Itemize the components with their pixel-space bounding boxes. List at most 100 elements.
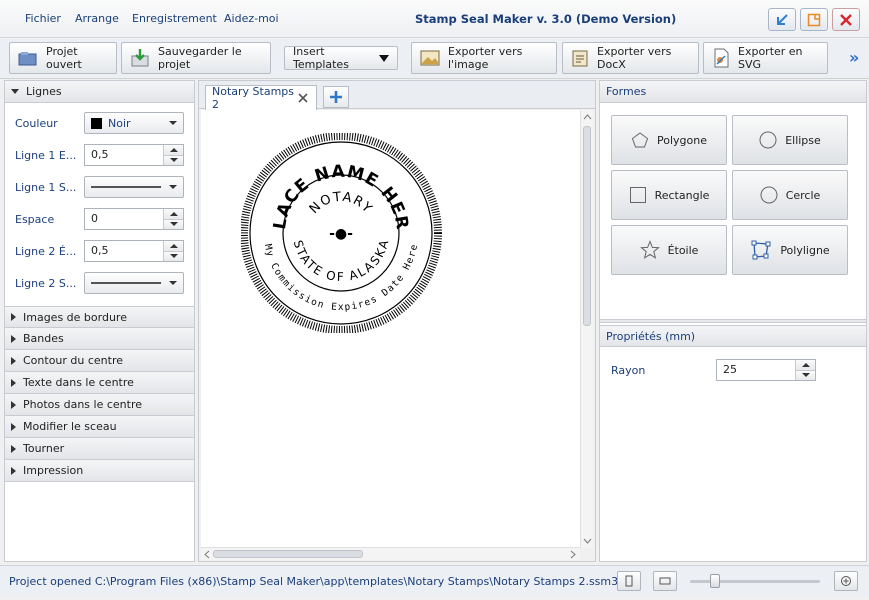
scroll-down-icon[interactable] bbox=[582, 536, 593, 546]
fit-page-icon bbox=[625, 575, 633, 587]
section-title: Contour du centre bbox=[23, 354, 124, 367]
seal-top-text: PLACE NAME HERE bbox=[241, 133, 412, 232]
polyline-icon bbox=[751, 240, 771, 260]
shape-label: Étoile bbox=[667, 243, 699, 257]
scroll-thumb[interactable] bbox=[213, 550, 363, 558]
section-bandes[interactable]: Bandes bbox=[5, 328, 194, 350]
line-style-preview bbox=[91, 282, 161, 284]
line2-width-stepper[interactable]: 0,5 bbox=[84, 240, 184, 262]
decrement-button[interactable] bbox=[164, 250, 183, 261]
section-photos-centre[interactable]: Photos dans le centre bbox=[5, 394, 194, 416]
decrement-button[interactable] bbox=[164, 154, 183, 165]
shapes-right-panel: Formes Polygone Ellipse Rectangle Cercle… bbox=[599, 80, 867, 562]
decrement-button[interactable] bbox=[164, 218, 183, 229]
chevron-down-icon bbox=[169, 185, 177, 189]
add-tab-button[interactable] bbox=[323, 86, 349, 108]
radius-value[interactable]: 25 bbox=[717, 360, 795, 380]
section-images-bordure[interactable]: Images de bordure bbox=[5, 306, 194, 328]
open-project-button[interactable]: Projet ouvert bbox=[9, 42, 117, 74]
collapsed-arrow-icon bbox=[11, 378, 16, 387]
collapsed-arrow-icon bbox=[11, 313, 16, 321]
increment-button[interactable] bbox=[796, 360, 815, 370]
shape-label: Rectangle bbox=[654, 188, 710, 202]
horizontal-scrollbar[interactable] bbox=[201, 547, 580, 560]
radius-label: Rayon bbox=[611, 364, 646, 377]
radius-stepper[interactable]: 25 bbox=[716, 359, 816, 381]
export-docx-button[interactable]: Exporter vers DocX bbox=[562, 42, 699, 74]
line1-width-value[interactable]: 0,5 bbox=[85, 145, 163, 165]
line1-style-dropdown[interactable] bbox=[84, 176, 184, 198]
increment-button[interactable] bbox=[164, 241, 183, 251]
seal-inner-bottom-text: STATE OF ALASKA bbox=[291, 238, 392, 284]
menu-aide[interactable]: Aidez-moi bbox=[224, 12, 279, 25]
zoom-fit-width-button[interactable] bbox=[653, 571, 677, 591]
tab-notary-stamps-2[interactable]: Notary Stamps 2 bbox=[205, 85, 317, 111]
star-shape-button[interactable]: Étoile bbox=[611, 225, 727, 275]
save-project-button[interactable]: Sauvegarder le projet bbox=[121, 42, 271, 74]
line2-style-dropdown[interactable] bbox=[84, 272, 184, 294]
document-tabs: Notary Stamps 2 bbox=[199, 81, 595, 111]
collapsed-arrow-icon bbox=[11, 356, 16, 365]
scroll-up-icon[interactable] bbox=[582, 112, 593, 122]
toolbar-overflow-icon[interactable]: » bbox=[849, 48, 859, 67]
section-impression[interactable]: Impression bbox=[5, 460, 194, 482]
color-dropdown[interactable]: Noir bbox=[84, 112, 184, 134]
circle-shape-button[interactable]: Cercle bbox=[732, 170, 848, 220]
design-canvas[interactable]: PLACE NAME HERE NOTARY STATE OF ALASKA M… bbox=[201, 110, 580, 548]
save-project-label: Sauvegarder le projet bbox=[158, 45, 242, 71]
export-svg-button[interactable]: Exporter en SVG bbox=[703, 42, 828, 74]
section-lignes[interactable]: Lignes bbox=[5, 81, 194, 103]
increment-button[interactable] bbox=[164, 209, 183, 219]
section-contour-centre[interactable]: Contour du centre bbox=[5, 350, 194, 372]
export-image-button[interactable]: Exporter vers l'image bbox=[411, 42, 557, 74]
maximize-icon bbox=[807, 13, 821, 26]
insert-templates-label: Insert Templates bbox=[293, 45, 349, 71]
document-icon bbox=[571, 48, 589, 68]
zoom-in-button[interactable] bbox=[834, 571, 858, 591]
space-stepper[interactable]: 0 bbox=[84, 208, 184, 230]
line1-width-stepper[interactable]: 0,5 bbox=[84, 144, 184, 166]
shapes-header: Formes bbox=[600, 81, 866, 103]
ellipse-shape-button[interactable]: Ellipse bbox=[732, 115, 848, 165]
zoom-fit-height-button[interactable] bbox=[617, 571, 641, 591]
insert-templates-dropdown[interactable]: Insert Templates bbox=[284, 45, 398, 71]
rectangle-shape-button[interactable]: Rectangle bbox=[611, 170, 727, 220]
line2-width-label: Ligne 2 É... bbox=[15, 245, 77, 258]
collapsed-arrow-icon bbox=[11, 422, 16, 431]
restore-button[interactable] bbox=[768, 8, 796, 31]
close-tab-icon[interactable] bbox=[296, 91, 310, 105]
ellipse-icon bbox=[759, 131, 777, 149]
scroll-left-icon[interactable] bbox=[202, 549, 212, 560]
line2-width-value[interactable]: 0,5 bbox=[85, 241, 163, 261]
section-title: Bandes bbox=[23, 332, 64, 345]
menu-fichier[interactable]: Fichier bbox=[25, 12, 61, 25]
zoom-slider[interactable] bbox=[690, 574, 820, 588]
increment-button[interactable] bbox=[164, 145, 183, 155]
color-value: Noir bbox=[108, 116, 131, 130]
space-value[interactable]: 0 bbox=[85, 209, 163, 229]
menu-enregistrement[interactable]: Enregistrement bbox=[132, 12, 217, 25]
section-texte-centre[interactable]: Texte dans le centre bbox=[5, 372, 194, 394]
scroll-right-icon[interactable] bbox=[568, 549, 578, 560]
menu-arrange[interactable]: Arrange bbox=[75, 12, 119, 25]
vertical-scrollbar[interactable] bbox=[580, 110, 593, 548]
polygon-shape-button[interactable]: Polygone bbox=[611, 115, 727, 165]
zoom-slider-thumb[interactable] bbox=[710, 574, 720, 588]
svg-file-icon bbox=[712, 48, 730, 68]
close-button[interactable] bbox=[832, 8, 860, 31]
plus-icon bbox=[330, 91, 342, 103]
scroll-thumb[interactable] bbox=[583, 126, 591, 326]
line1-width-label: Ligne 1 E... bbox=[15, 149, 77, 162]
polyline-shape-button[interactable]: Polyligne bbox=[732, 225, 848, 275]
line2-style-label: Ligne 2 S... bbox=[15, 277, 77, 290]
title-bar: Fichier Arrange Enregistrement Aidez-moi… bbox=[0, 0, 869, 38]
chevron-down-icon bbox=[169, 281, 177, 285]
image-icon bbox=[420, 48, 440, 68]
section-tourner[interactable]: Tourner bbox=[5, 438, 194, 460]
section-modifier-sceau[interactable]: Modifier le sceau bbox=[5, 416, 194, 438]
maximize-button[interactable] bbox=[800, 8, 828, 31]
save-icon bbox=[130, 48, 150, 68]
decrement-button[interactable] bbox=[796, 369, 815, 380]
stamp-seal[interactable]: PLACE NAME HERE NOTARY STATE OF ALASKA M… bbox=[241, 133, 481, 333]
app-title: Stamp Seal Maker v. 3.0 (Demo Version) bbox=[415, 12, 677, 26]
